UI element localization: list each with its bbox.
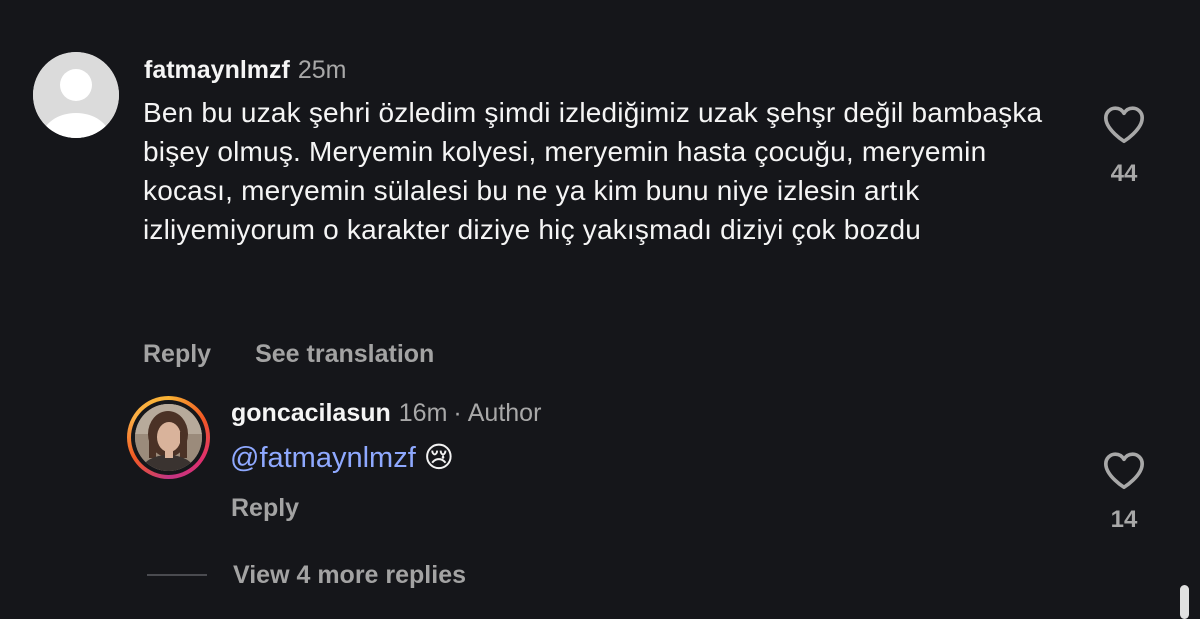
- heart-icon[interactable]: [1102, 450, 1146, 490]
- previous-content-fragment: [440, 0, 480, 4]
- comment-actions: Reply: [231, 491, 299, 525]
- divider: [147, 574, 207, 576]
- profile-photo: [135, 404, 202, 471]
- scrollbar[interactable]: [1180, 585, 1189, 619]
- comments-screen: fatmaynlmzf 25m Ben bu uzak şehri özledim…: [0, 0, 1200, 619]
- reply-button[interactable]: Reply: [143, 340, 211, 368]
- timestamp: 16m: [398, 399, 448, 427]
- comment-header: fatmaynlmzf 25m: [144, 53, 347, 87]
- timestamp: 25m: [297, 56, 347, 84]
- reply-button[interactable]: Reply: [231, 494, 299, 522]
- avatar[interactable]: [33, 52, 119, 138]
- comment-text: Ben bu uzak şehri özledim şimdi izlediği…: [143, 97, 1043, 245]
- view-more-replies-button[interactable]: View 4 more replies: [147, 558, 466, 592]
- like-control: 44: [1094, 104, 1154, 188]
- comment-header: goncacilasun 16m · Author: [231, 396, 541, 430]
- separator: ·: [453, 399, 462, 427]
- avatar: [135, 404, 202, 471]
- like-control: 14: [1094, 450, 1154, 534]
- comment-actions: Reply See translation: [143, 337, 478, 371]
- view-more-replies-label: View 4 more replies: [233, 560, 466, 589]
- like-count: 14: [1110, 506, 1138, 533]
- crying-face-emoji: 😢: [423, 442, 454, 474]
- like-count: 44: [1110, 160, 1138, 187]
- username[interactable]: goncacilasun: [231, 399, 391, 427]
- heart-icon[interactable]: [1102, 104, 1146, 144]
- mention-link[interactable]: @fatmaynlmzf: [230, 442, 416, 474]
- default-user-icon: [33, 52, 119, 138]
- username[interactable]: fatmaynlmzf: [144, 56, 290, 84]
- avatar-story-ring[interactable]: [127, 396, 210, 479]
- comment-text: @fatmaynlmzf 😢: [230, 438, 454, 478]
- see-translation-button[interactable]: See translation: [255, 340, 434, 368]
- author-badge: Author: [467, 399, 542, 427]
